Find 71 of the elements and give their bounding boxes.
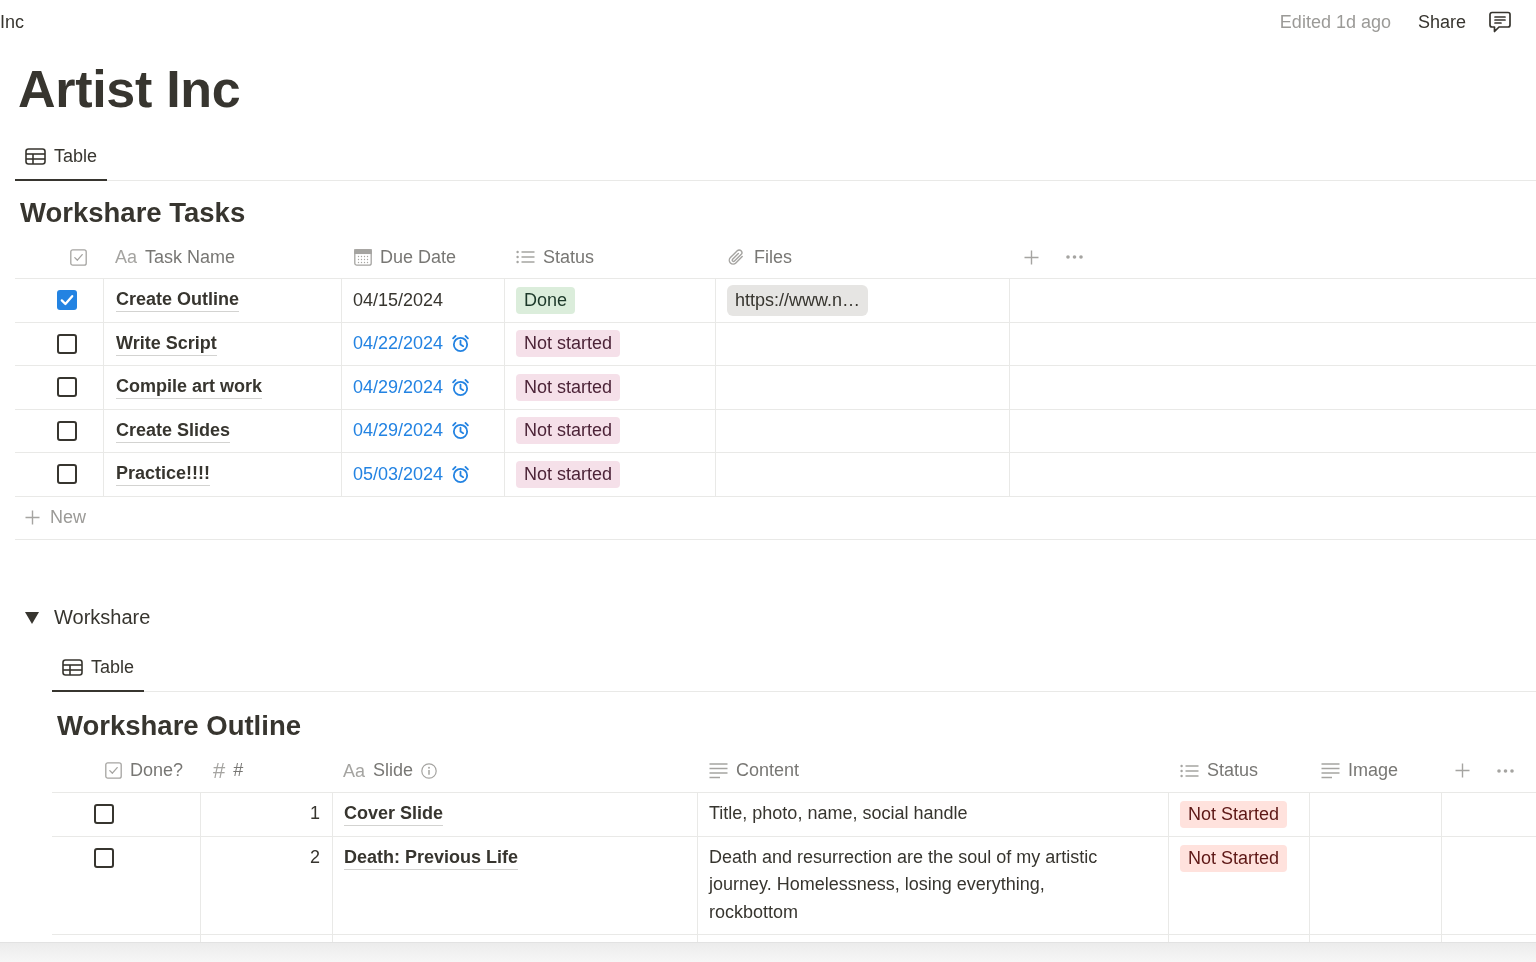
due-date: 05/03/2024 — [353, 463, 444, 485]
status-tag: Not started — [516, 373, 621, 401]
column-header[interactable]: Content — [709, 760, 800, 781]
comment-icon[interactable] — [1488, 10, 1512, 34]
checkbox[interactable] — [57, 333, 77, 354]
list-icon — [1180, 763, 1199, 778]
column-header[interactable]: Aa Slide — [343, 760, 438, 781]
due-date: 04/29/2024 — [353, 376, 444, 398]
checkbox[interactable] — [94, 847, 114, 868]
status-tag: Not started — [516, 460, 621, 488]
table-icon — [62, 658, 83, 676]
checkbox-property-icon — [105, 762, 122, 779]
alarm-clock-icon — [451, 334, 471, 354]
status-tag: Not started — [516, 417, 621, 445]
column-header[interactable]: Status — [1180, 760, 1259, 781]
breadcrumb-link[interactable]: Inc — [0, 11, 24, 33]
slide-name-link[interactable]: Cover Slide — [344, 801, 444, 826]
plus-icon — [25, 510, 40, 525]
content-text: Title, photo, name, social handle — [709, 801, 968, 825]
list-icon — [516, 250, 535, 264]
alarm-clock-icon — [451, 377, 471, 397]
due-date: 04/15/2024 — [353, 289, 444, 311]
column-header[interactable]: Status — [516, 246, 595, 268]
column-header[interactable]: Aa Task Name — [115, 246, 236, 268]
row-number: 1 — [310, 801, 320, 825]
view-tab[interactable]: Table — [52, 644, 145, 692]
column-header[interactable]: Image — [1321, 760, 1399, 781]
checkbox[interactable] — [57, 420, 77, 441]
database-title: Workshare Tasks — [20, 196, 247, 230]
due-date: 04/22/2024 — [353, 333, 444, 355]
task-name-link[interactable]: Create Outline — [116, 288, 240, 313]
toggle-heading: Workshare — [54, 606, 151, 629]
status-tag: Not Started — [1180, 844, 1288, 872]
column-header[interactable]: Due Date — [354, 246, 457, 268]
status-tag: Done — [516, 286, 576, 314]
checkbox[interactable] — [94, 803, 114, 824]
alarm-clock-icon — [451, 464, 471, 484]
task-name-link[interactable]: Practice!!!! — [116, 462, 211, 487]
column-header[interactable]: Done? — [105, 760, 184, 781]
type-glyph: # — [213, 759, 226, 782]
task-name-link[interactable]: Write Script — [116, 331, 217, 356]
edited-timestamp: Edited 1d ago — [1279, 11, 1391, 33]
type-glyph: Aa — [115, 248, 138, 266]
paperclip-icon — [727, 247, 746, 267]
alarm-clock-icon — [451, 421, 471, 441]
toggle-triangle-icon[interactable] — [25, 611, 39, 624]
text-lines-icon — [709, 762, 728, 779]
table-icon — [25, 148, 46, 165]
status-tag: Not started — [516, 330, 621, 358]
file-chip[interactable]: https://www.n… — [727, 284, 869, 316]
status-tag: Not Started — [1180, 800, 1288, 828]
page-title: Artist Inc — [18, 59, 242, 120]
database-title: Workshare Outline — [57, 708, 302, 743]
column-header[interactable]: Files — [727, 246, 792, 268]
checkbox-property-icon — [70, 248, 87, 266]
slide-name-link[interactable]: Death: Previous Life — [344, 845, 519, 870]
checkbox[interactable] — [57, 464, 77, 485]
calendar-icon — [354, 248, 372, 266]
checkbox[interactable] — [57, 377, 77, 398]
view-tab[interactable]: Table — [15, 134, 108, 181]
text-lines-icon — [1321, 762, 1340, 779]
checkbox[interactable] — [57, 290, 77, 311]
share-button[interactable]: Share — [1417, 11, 1466, 33]
task-name-link[interactable]: Create Slides — [116, 418, 231, 443]
type-glyph: Aa — [343, 761, 366, 780]
content-text: Death and resurrection are the soul of my artistic journey. Homelessness, losing everything, rockbottom — [709, 845, 1099, 924]
row-number: 2 — [310, 845, 320, 869]
scrollbar-track[interactable] — [0, 942, 1536, 962]
task-name-link[interactable]: Compile art work — [116, 375, 263, 400]
column-header[interactable]: # # — [213, 759, 244, 782]
due-date: 04/29/2024 — [353, 420, 444, 442]
